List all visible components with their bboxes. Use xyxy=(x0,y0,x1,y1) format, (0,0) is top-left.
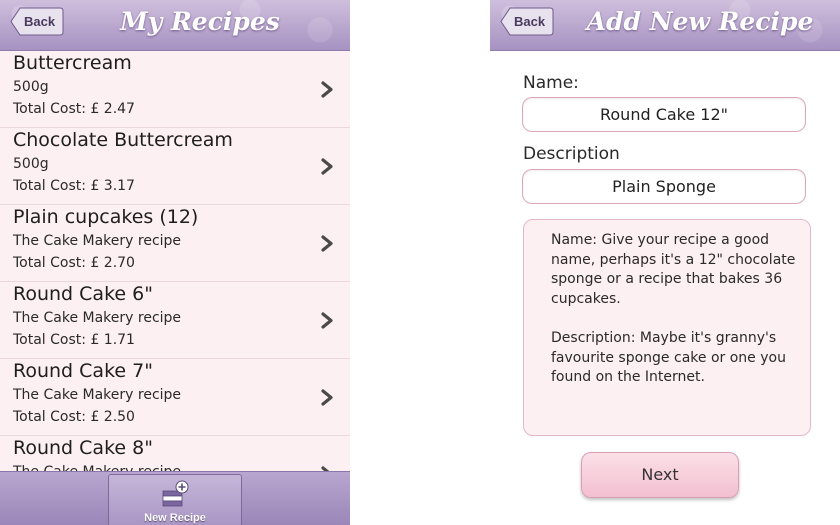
cake-plus-icon xyxy=(162,480,189,507)
recipe-name: Round Cake 6" xyxy=(13,283,153,305)
back-button[interactable]: Back xyxy=(500,7,554,36)
back-button-label: Back xyxy=(514,14,546,29)
name-field[interactable] xyxy=(522,97,806,132)
page-title: Add New Recipe xyxy=(586,7,814,36)
help-name-text: Name: Give your recipe a good name, perh… xyxy=(551,232,796,307)
new-recipe-label: New Recipe xyxy=(144,512,206,524)
recipe-row[interactable]: Round Cake 7" The Cake Makery recipe Total… xyxy=(0,359,350,436)
recipe-name: Round Cake 7" xyxy=(13,360,153,382)
description-field[interactable] xyxy=(522,169,806,204)
recipe-list[interactable]: Buttercream 500g Total Cost: £ 2.47 Chocola… xyxy=(0,51,350,471)
my-recipes-screen: Back My Recipes Buttercream 500g Total Cos… xyxy=(0,0,350,525)
next-button[interactable]: Next xyxy=(581,452,739,498)
chevron-right-icon[interactable] xyxy=(321,312,334,329)
recipe-name: Chocolate Buttercream xyxy=(13,129,233,151)
recipe-row[interactable]: Chocolate Buttercream 500g Total Cost: £ 3… xyxy=(0,128,350,205)
recipe-row[interactable]: Plain cupcakes (12) The Cake Makery recip… xyxy=(0,205,350,282)
recipe-name: Plain cupcakes (12) xyxy=(13,206,199,228)
new-recipe-button[interactable]: New Recipe xyxy=(108,474,242,525)
recipe-total-cost: Total Cost: £ 2.50 xyxy=(13,409,135,425)
recipe-row[interactable]: Round Cake 8" The Cake Makery recipe xyxy=(0,436,350,471)
recipe-row[interactable]: Buttercream 500g Total Cost: £ 2.47 xyxy=(0,51,350,128)
add-new-recipe-screen: Back Add New Recipe Name: Description Na… xyxy=(490,0,840,525)
page-title: My Recipes xyxy=(120,7,280,36)
recipe-total-cost: Total Cost: £ 2.70 xyxy=(13,255,135,271)
chevron-right-icon[interactable] xyxy=(321,81,334,98)
recipe-subtitle: The Cake Makery recipe xyxy=(13,464,181,471)
help-text-box: Name: Give your recipe a good name, perh… xyxy=(523,219,811,436)
description-label: Description xyxy=(523,144,620,164)
back-button-label: Back xyxy=(24,14,56,29)
navigation-bar: Back My Recipes xyxy=(0,0,350,51)
tab-bar: New Recipe xyxy=(0,471,350,525)
recipe-subtitle: The Cake Makery recipe xyxy=(13,387,182,403)
recipe-subtitle: The Cake Makery recipe xyxy=(13,233,182,249)
recipe-subtitle: 500g xyxy=(13,79,49,95)
recipe-row[interactable]: Round Cake 6" The Cake Makery recipe Total… xyxy=(0,282,350,359)
chevron-right-icon[interactable] xyxy=(321,235,334,252)
chevron-right-icon[interactable] xyxy=(321,158,334,175)
navigation-bar: Back Add New Recipe xyxy=(490,0,840,51)
recipe-subtitle: The Cake Makery recipe xyxy=(13,310,182,326)
recipe-name: Round Cake 8" xyxy=(13,437,153,459)
recipe-name: Buttercream xyxy=(13,52,132,74)
back-button[interactable]: Back xyxy=(10,7,64,36)
help-description-text: Description: Maybe it's granny's favouri… xyxy=(551,329,786,386)
chevron-right-icon[interactable] xyxy=(321,389,334,406)
recipe-total-cost: Total Cost: £ 2.47 xyxy=(13,101,135,117)
recipe-subtitle: 500g xyxy=(13,156,49,172)
name-label: Name: xyxy=(523,73,579,93)
recipe-total-cost: Total Cost: £ 3.17 xyxy=(13,178,135,194)
recipe-total-cost: Total Cost: £ 1.71 xyxy=(13,332,135,348)
